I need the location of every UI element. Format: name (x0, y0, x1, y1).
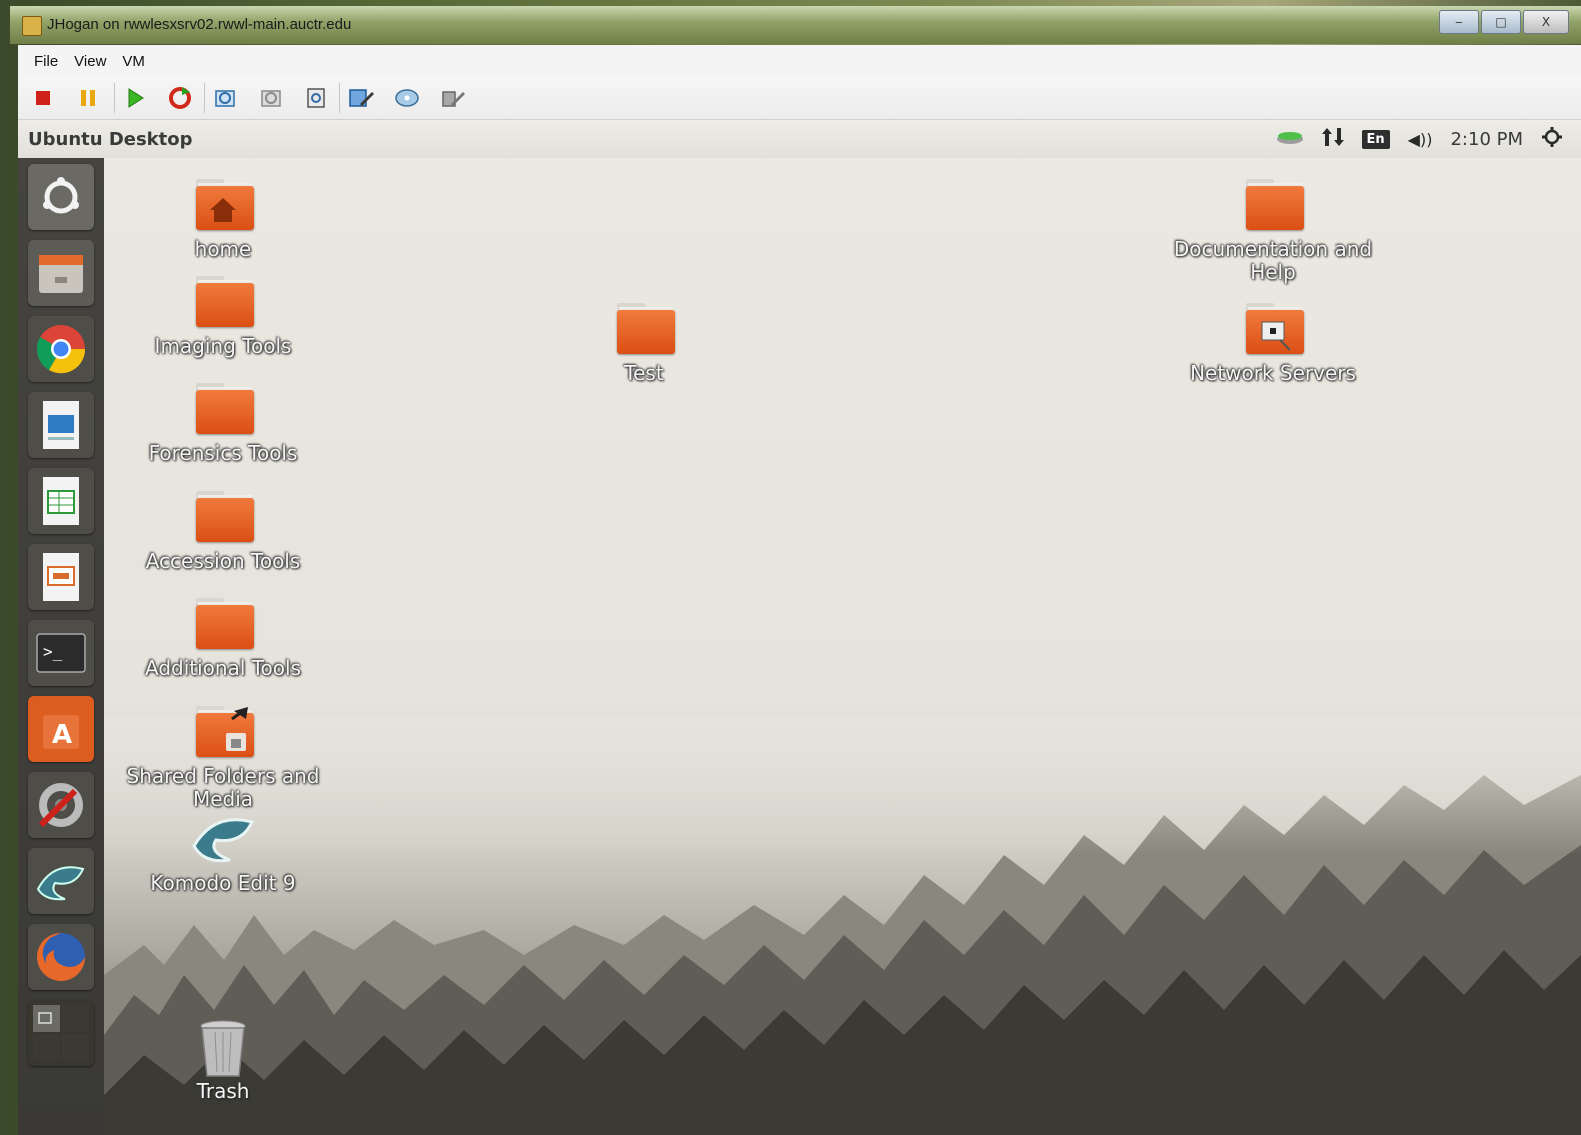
snapshot-icon[interactable] (212, 85, 238, 111)
desktop-icon-accession-tools[interactable]: Accession Tools (123, 488, 323, 573)
connect-device-icon[interactable] (439, 85, 465, 111)
panel-title: Ubuntu Desktop (28, 129, 193, 150)
ubuntu-dash-icon[interactable] (28, 164, 94, 230)
desktop-icon-label: Additional Tools (144, 656, 302, 680)
clock[interactable]: 2:10 PM (1450, 129, 1523, 150)
manage-snapshots-icon[interactable] (303, 85, 329, 111)
network-folder-icon (1240, 300, 1306, 358)
folder-icon (190, 488, 256, 546)
shared-folder-icon (190, 703, 256, 761)
toolbar-separator (204, 83, 205, 113)
menu-file[interactable]: File (26, 53, 66, 70)
volume-icon[interactable]: ◀)) (1408, 130, 1433, 149)
desktop-icon-label: Accession Tools (145, 549, 301, 573)
pause-icon[interactable] (75, 85, 101, 111)
komodo-icon[interactable] (28, 848, 94, 914)
desktop-icon-komodo-edit[interactable]: Komodo Edit 9 (123, 810, 323, 895)
revert-snapshot-icon[interactable] (258, 85, 284, 111)
desktop-icon-label: Documentation and Help (1173, 237, 1373, 284)
impress-icon[interactable] (28, 544, 94, 610)
toolbar-separator (114, 83, 115, 113)
menu-bar: File View VM (18, 45, 1581, 78)
desktop-icon-documentation[interactable]: Documentation and Help (1173, 176, 1373, 284)
software-center-icon[interactable]: A (28, 696, 94, 762)
toolbar-separator (339, 83, 340, 113)
desktop-icon-label: Forensics Tools (148, 441, 298, 465)
window-title: JHogan on rwwlesxsrv02.rwwl-main.auctr.e… (47, 16, 352, 33)
desktop-icon-label: Imaging Tools (154, 334, 292, 358)
desktop-icon-label: Komodo Edit 9 (150, 871, 296, 895)
desktop-icon-label: Test (624, 361, 664, 385)
desktop-icon-label: Trash (196, 1079, 250, 1103)
desktop-icon-imaging-tools[interactable]: Imaging Tools (123, 273, 323, 358)
window-titlebar[interactable]: JHogan on rwwlesxsrv02.rwwl-main.auctr.e… (10, 6, 1581, 44)
desktop-icon-label: home (194, 237, 252, 261)
reset-icon[interactable] (167, 85, 193, 111)
menu-view[interactable]: View (66, 53, 114, 70)
desktop-icon-trash[interactable]: Trash (123, 1018, 323, 1103)
desktop-icon-test[interactable]: Test (544, 300, 744, 385)
folder-icon (190, 273, 256, 331)
firefox-icon[interactable] (28, 924, 94, 990)
close-button[interactable]: X (1523, 10, 1569, 34)
menu-vm[interactable]: VM (114, 53, 153, 70)
komodo-icon (190, 810, 256, 868)
desktop-area[interactable]: home Imaging Tools Forensics Tools Acces… (104, 158, 1581, 1135)
writer-icon[interactable] (28, 392, 94, 458)
folder-icon (1240, 176, 1306, 234)
vm-client-window: JHogan on rwwlesxsrv02.rwwl-main.auctr.e… (0, 0, 1581, 1135)
indicator-area: En ◀)) 2:10 PM (1276, 126, 1563, 152)
folder-icon (190, 380, 256, 438)
maximize-button[interactable]: □ (1481, 10, 1521, 34)
keyboard-layout-indicator[interactable]: En (1361, 129, 1390, 149)
play-icon[interactable] (122, 85, 148, 111)
files-icon[interactable] (28, 240, 94, 306)
desktop-icon-shared-folders[interactable]: Shared Folders and Media (123, 703, 323, 811)
power-gear-icon[interactable] (1541, 126, 1563, 153)
ubuntu-top-panel: Ubuntu Desktop En ◀)) 2:10 PM (18, 120, 1581, 159)
folder-icon (611, 300, 677, 358)
edit-settings-icon[interactable] (348, 85, 374, 111)
trash-icon (190, 1018, 256, 1077)
desktop-icon-label: Network Servers (1190, 361, 1356, 385)
system-settings-icon[interactable] (28, 772, 94, 838)
network-icon[interactable] (1321, 126, 1344, 153)
stop-icon[interactable] (30, 85, 56, 111)
folder-icon (190, 595, 256, 653)
vsphere-client-icon (22, 16, 42, 36)
desktop-icon-home[interactable]: home (123, 176, 323, 261)
desktop-icon-network-servers[interactable]: Network Servers (1173, 300, 1373, 385)
calc-icon[interactable] (28, 468, 94, 534)
home-folder-icon (190, 176, 256, 234)
unity-launcher: >_ A (18, 158, 105, 1135)
vm-toolbar (18, 77, 1581, 120)
desktop-icon-label: Shared Folders and Media (126, 764, 320, 811)
desktop-icon-forensics-tools[interactable]: Forensics Tools (123, 380, 323, 465)
window-controls: ‒ □ X (1439, 10, 1569, 34)
forest-background (104, 715, 1581, 1135)
drive-icon[interactable] (1276, 129, 1304, 150)
chrome-icon[interactable] (28, 316, 94, 382)
svg-text:>_: >_ (43, 642, 63, 661)
cd-drive-icon[interactable] (394, 85, 420, 111)
desktop-icon-additional-tools[interactable]: Additional Tools (123, 595, 323, 680)
terminal-icon[interactable]: >_ (28, 620, 94, 686)
workspace-switcher-icon[interactable] (28, 1000, 94, 1066)
svg-text:A: A (52, 720, 72, 750)
minimize-button[interactable]: ‒ (1439, 10, 1479, 34)
